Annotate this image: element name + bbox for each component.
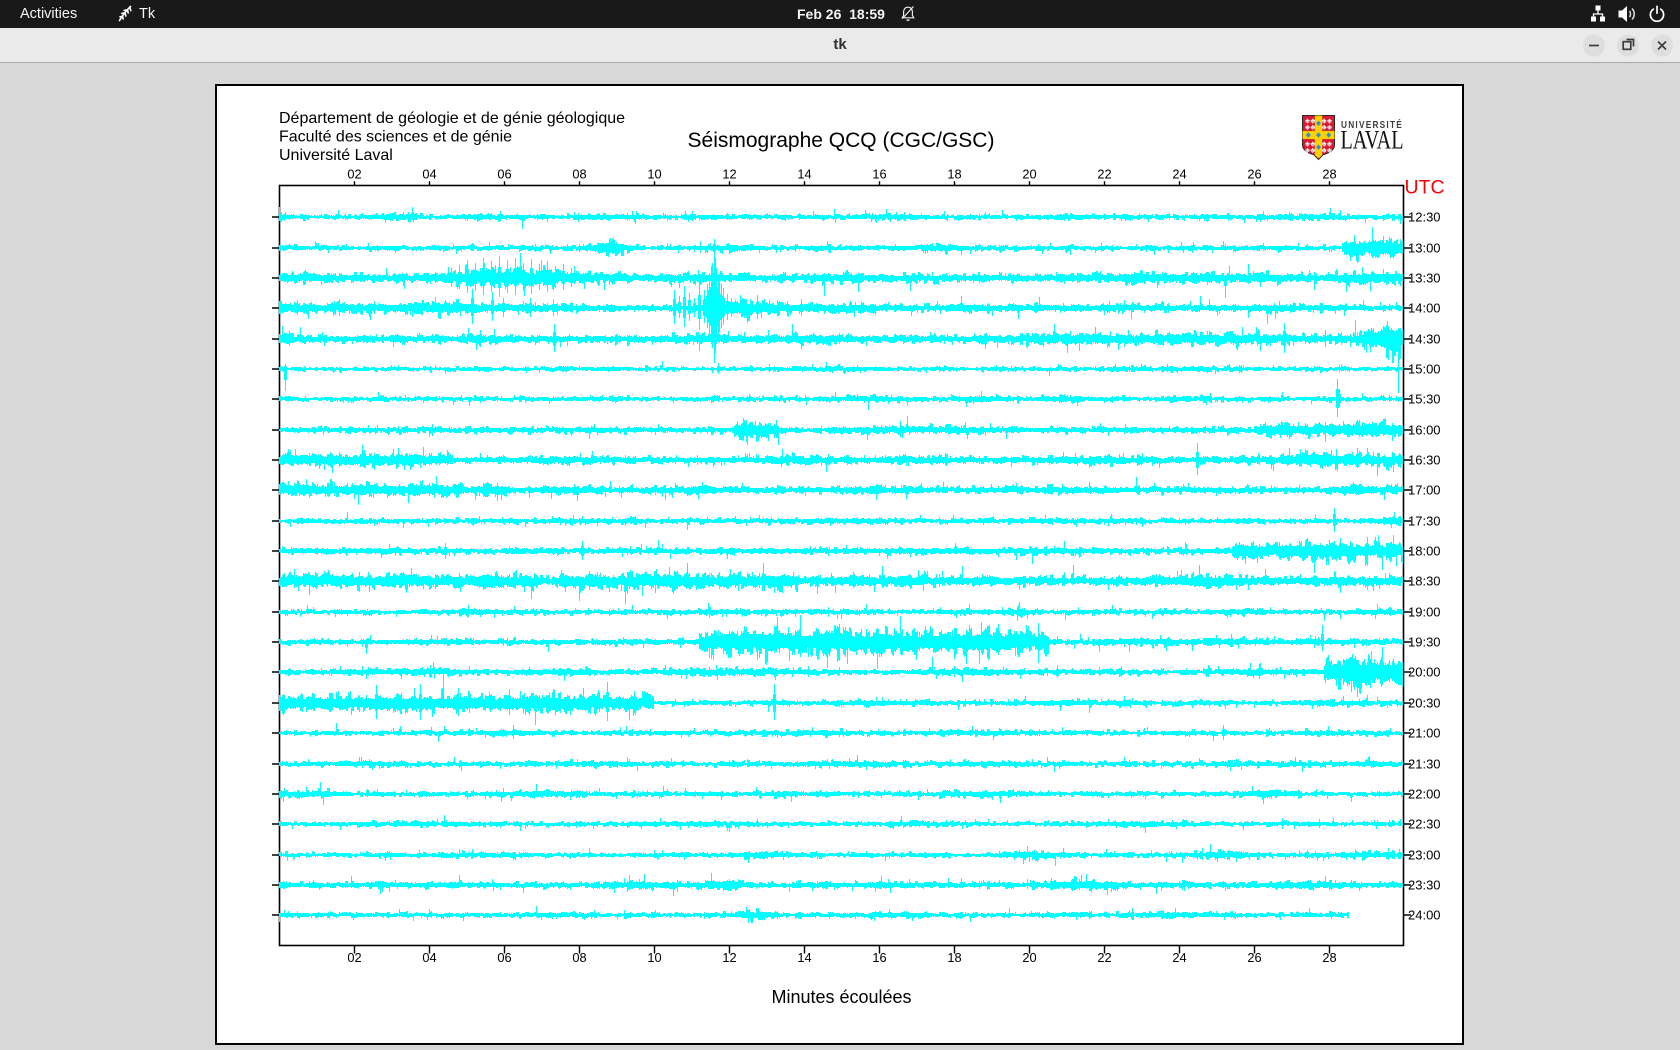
svg-text:17:00: 17:00 [1408, 482, 1441, 497]
svg-text:UTC: UTC [1405, 177, 1445, 199]
svg-text:16: 16 [872, 950, 886, 965]
svg-text:17:30: 17:30 [1408, 513, 1441, 528]
svg-text:22:00: 22:00 [1408, 786, 1441, 801]
svg-text:12:30: 12:30 [1408, 209, 1441, 224]
svg-text:21:30: 21:30 [1408, 756, 1441, 771]
svg-text:18:00: 18:00 [1408, 543, 1441, 558]
svg-text:20: 20 [1022, 167, 1036, 182]
svg-text:22: 22 [1097, 167, 1111, 182]
svg-text:06: 06 [497, 950, 511, 965]
svg-text:13:30: 13:30 [1408, 270, 1441, 285]
svg-text:08: 08 [572, 167, 586, 182]
svg-text:16:30: 16:30 [1408, 452, 1441, 467]
svg-text:Minutes écoulées: Minutes écoulées [771, 987, 911, 1007]
svg-text:15:00: 15:00 [1408, 361, 1441, 376]
svg-text:Département de géologie et de: Département de géologie et de génie géol… [279, 110, 625, 127]
svg-text:24:00: 24:00 [1408, 907, 1441, 922]
svg-text:02: 02 [347, 167, 361, 182]
svg-text:10: 10 [647, 167, 661, 182]
svg-text:28: 28 [1322, 167, 1336, 182]
svg-text:16: 16 [872, 167, 886, 182]
svg-text:10: 10 [647, 950, 661, 965]
svg-text:14: 14 [797, 950, 811, 965]
svg-text:23:30: 23:30 [1408, 877, 1441, 892]
svg-text:20: 20 [1022, 950, 1036, 965]
svg-text:06: 06 [497, 167, 511, 182]
svg-text:26: 26 [1247, 950, 1261, 965]
svg-text:14:00: 14:00 [1408, 300, 1441, 315]
svg-text:23:00: 23:00 [1408, 847, 1441, 862]
svg-text:22:30: 22:30 [1408, 816, 1441, 831]
svg-text:02: 02 [347, 950, 361, 965]
svg-text:26: 26 [1247, 167, 1261, 182]
svg-text:Faculté des sciences et de gén: Faculté des sciences et de génie [279, 129, 512, 146]
svg-text:24: 24 [1172, 167, 1186, 182]
svg-text:04: 04 [422, 167, 436, 182]
svg-text:19:30: 19:30 [1408, 634, 1441, 649]
svg-text:19:00: 19:00 [1408, 604, 1441, 619]
svg-text:LAVAL: LAVAL [1341, 126, 1404, 155]
svg-text:21:00: 21:00 [1408, 725, 1441, 740]
svg-text:12: 12 [722, 167, 736, 182]
svg-text:12: 12 [722, 950, 736, 965]
svg-text:Séismographe QCQ (CGC/GSC): Séismographe QCQ (CGC/GSC) [688, 129, 995, 152]
svg-text:24: 24 [1172, 950, 1186, 965]
svg-text:18: 18 [947, 167, 961, 182]
svg-text:14: 14 [797, 167, 811, 182]
svg-text:14:30: 14:30 [1408, 331, 1441, 346]
svg-text:18:30: 18:30 [1408, 573, 1441, 588]
svg-text:20:00: 20:00 [1408, 664, 1441, 679]
svg-text:08: 08 [572, 950, 586, 965]
svg-text:16:00: 16:00 [1408, 422, 1441, 437]
svg-text:18: 18 [947, 950, 961, 965]
svg-text:13:00: 13:00 [1408, 240, 1441, 255]
svg-text:04: 04 [422, 950, 436, 965]
svg-text:28: 28 [1322, 950, 1336, 965]
svg-text:15:30: 15:30 [1408, 391, 1441, 406]
svg-text:22: 22 [1097, 950, 1111, 965]
svg-text:20:30: 20:30 [1408, 695, 1441, 710]
svg-text:Université Laval: Université Laval [279, 147, 393, 164]
